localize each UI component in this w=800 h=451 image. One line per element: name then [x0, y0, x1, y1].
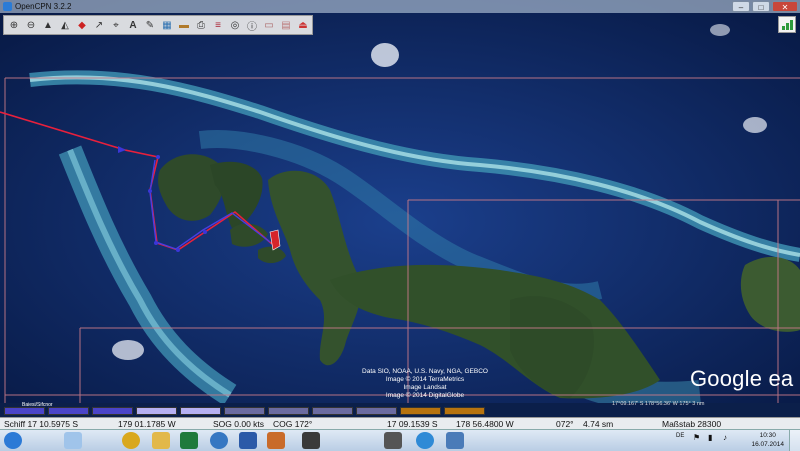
- chart-scale: Maßstab 28300: [662, 419, 722, 429]
- settings-icon[interactable]: ▭: [261, 17, 277, 33]
- chart-key[interactable]: [136, 407, 177, 415]
- chart-key[interactable]: [356, 407, 397, 415]
- chart-key[interactable]: [268, 407, 309, 415]
- windows-taskbar: DE ⚑ ▮ ♪ 10:30 16.07.2014: [0, 429, 800, 451]
- start-orb-icon[interactable]: [4, 432, 22, 449]
- exit-icon[interactable]: ⏏: [295, 17, 311, 33]
- speed-over-ground: SOG 0.00 kts: [213, 419, 265, 429]
- attribution-line: Image © 2014 DigitalGlobe: [385, 392, 465, 399]
- scale-up-icon[interactable]: ▲: [40, 17, 56, 33]
- clock-time: 10:30: [759, 432, 776, 439]
- window-title: OpenCPN 3.2.2: [15, 2, 72, 11]
- zoom-in-icon[interactable]: ⊕: [6, 17, 22, 33]
- chart-key[interactable]: [444, 407, 485, 415]
- explorer-icon[interactable]: [152, 432, 170, 449]
- tide-icon[interactable]: ▦: [159, 17, 175, 33]
- paint-icon[interactable]: [267, 432, 285, 449]
- scale-down-icon[interactable]: ◭: [57, 17, 73, 33]
- text-icon[interactable]: A: [125, 17, 141, 33]
- title-bar: OpenCPN 3.2.2 – □ ✕: [0, 0, 800, 13]
- system-clock[interactable]: 10:30 16.07.2014: [751, 431, 784, 449]
- chart-key[interactable]: [312, 407, 353, 415]
- ie-icon[interactable]: [416, 432, 434, 449]
- chart-key[interactable]: [48, 407, 89, 415]
- ais-icon[interactable]: ◎: [227, 17, 243, 33]
- main-toolbar: ⊕ ⊖ ▲ ◭ ◆ ↗ ⌖ A ✎ ▦ ▬ ⎙ ≡ ◎ ⓘ ▭ ▤ ⏏: [3, 15, 313, 35]
- chart-key[interactable]: [180, 407, 221, 415]
- stats-bar-icon: [785, 23, 789, 30]
- current-icon[interactable]: ▬: [176, 17, 192, 33]
- network-icon[interactable]: ▮: [708, 433, 712, 442]
- course-over-ground: COG 172°: [273, 419, 313, 429]
- google-earth-logo: Google ea: [690, 366, 794, 391]
- minimize-button[interactable]: –: [732, 1, 750, 12]
- stats-icon[interactable]: ▤: [278, 17, 294, 33]
- ship-position-lon: 179 01.1785 W: [118, 419, 176, 429]
- print-icon[interactable]: ⎙: [193, 17, 209, 33]
- route-icon[interactable]: ◆: [74, 17, 90, 33]
- volume-icon[interactable]: ♪: [723, 433, 727, 442]
- flag-icon[interactable]: ⚑: [693, 433, 700, 442]
- attribution-line: Image Landsat: [403, 384, 447, 391]
- satellite-map[interactable]: [0, 0, 800, 403]
- ship-position-lat: Schiff 17 10.5975 S: [4, 419, 79, 429]
- map-attribution: Data SIO, NOAA, U.S. Navy, NGA, GEBCO Im…: [350, 368, 500, 400]
- opencpn-app-icon: [3, 2, 12, 11]
- cursor-bearing: 072°: [556, 419, 574, 429]
- zoom-out-icon[interactable]: ⊖: [23, 17, 39, 33]
- mark-icon[interactable]: ⌖: [108, 17, 124, 33]
- wind-icon[interactable]: ↗: [91, 17, 107, 33]
- player-icon[interactable]: [384, 432, 402, 449]
- show-desktop-button[interactable]: [789, 430, 800, 451]
- word-icon[interactable]: [239, 432, 257, 449]
- cursor-lat: 17 09.1539 S: [387, 419, 438, 429]
- course-icon[interactable]: ✎: [142, 17, 158, 33]
- language-indicator[interactable]: DE: [676, 433, 684, 439]
- clock-date: 16.07.2014: [751, 441, 784, 448]
- chrome-icon[interactable]: [122, 432, 140, 449]
- opencpn-icon[interactable]: [446, 432, 464, 449]
- close-button[interactable]: ✕: [772, 1, 798, 12]
- stats-bar-icon: [789, 20, 793, 30]
- media-icon[interactable]: [302, 432, 320, 449]
- route-manager-icon[interactable]: ≡: [210, 17, 226, 33]
- chart-key[interactable]: [92, 407, 133, 415]
- excel-icon[interactable]: [180, 432, 198, 449]
- chart-bar: [4, 407, 485, 416]
- stats-button[interactable]: [778, 16, 796, 33]
- chart-key[interactable]: [224, 407, 265, 415]
- sailboat-icon[interactable]: [64, 432, 82, 449]
- stats-bar-icon: [781, 26, 785, 30]
- globe-icon[interactable]: [210, 432, 228, 449]
- info-icon[interactable]: ⓘ: [244, 17, 260, 33]
- chart-key[interactable]: [4, 407, 45, 415]
- cursor-readout: 17°09.167' S 178°56.36' W 175° 3 nm: [612, 401, 705, 407]
- cursor-lon: 178 56.4800 W: [456, 419, 514, 429]
- attribution-line: Image © 2014 TerraMetrics: [385, 376, 465, 383]
- chart-key[interactable]: [400, 407, 441, 415]
- cursor-distance: 4.74 sm: [583, 419, 614, 429]
- attribution-line: Data SIO, NOAA, U.S. Navy, NGA, GEBCO: [362, 368, 488, 375]
- maximize-button[interactable]: □: [752, 1, 770, 12]
- chart-canvas[interactable]: [0, 0, 800, 403]
